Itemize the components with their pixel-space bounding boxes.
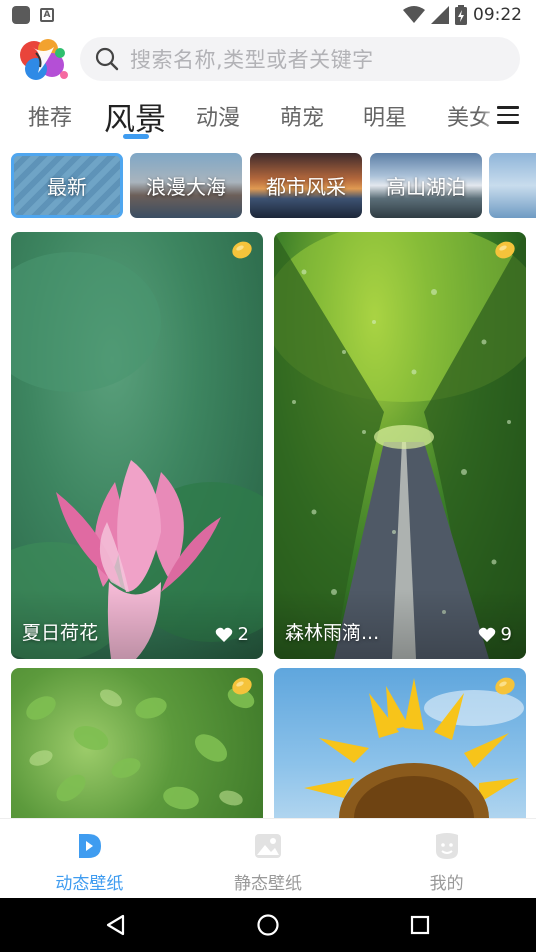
app-logo[interactable] bbox=[14, 33, 70, 85]
coin-badge-icon bbox=[232, 677, 252, 695]
profile-face-icon bbox=[435, 833, 458, 859]
notification-icon bbox=[12, 6, 30, 24]
coin-badge-icon bbox=[232, 241, 252, 259]
chip-label: 最新 bbox=[47, 175, 87, 199]
play-d-icon bbox=[79, 834, 102, 858]
wallpaper-grid: 夏日荷花 2 森林雨滴... 9 bbox=[0, 230, 536, 818]
subcategory-chips: 最新 浪漫大海 都市风采 高山湖泊 广 bbox=[0, 150, 536, 220]
nav-mine[interactable]: 我的 bbox=[357, 819, 536, 898]
menu-icon bbox=[497, 106, 519, 124]
tab-stars[interactable]: 明星 bbox=[363, 100, 407, 132]
wallpaper-card[interactable]: 夏日荷花 2 bbox=[11, 232, 263, 659]
wallpaper-title: 森林雨滴... bbox=[285, 622, 380, 644]
app-notification-icon: A bbox=[40, 8, 54, 22]
wallpaper-title: 夏日荷花 bbox=[22, 622, 99, 644]
heart-icon bbox=[215, 627, 232, 642]
status-bar-right: 09:22 bbox=[403, 5, 522, 25]
nav-label: 动态壁纸 bbox=[55, 874, 124, 894]
wallpaper-card[interactable] bbox=[274, 668, 526, 818]
nav-live-wallpaper[interactable]: 动态壁纸 bbox=[0, 819, 179, 898]
nav-label: 我的 bbox=[429, 874, 464, 894]
green-leaves-image bbox=[26, 687, 255, 810]
like-count-value: 2 bbox=[237, 624, 249, 645]
like-count[interactable]: 2 bbox=[215, 624, 249, 645]
search-placeholder: 搜索名称,类型或者关键字 bbox=[130, 48, 374, 72]
tab-recommend[interactable]: 推荐 bbox=[28, 100, 72, 132]
chip-label: 都市风采 bbox=[266, 175, 346, 199]
search-bar[interactable]: 搜索名称,类型或者关键字 bbox=[80, 37, 520, 81]
sunflower-image bbox=[304, 678, 524, 818]
chip-city[interactable]: 都市风采 bbox=[250, 153, 362, 218]
home-button[interactable] bbox=[248, 905, 288, 945]
status-time: 09:22 bbox=[473, 5, 522, 25]
home-circle-icon bbox=[257, 914, 279, 936]
bottom-navigation: 动态壁纸 静态壁纸 我的 bbox=[0, 818, 536, 898]
like-count[interactable]: 9 bbox=[478, 624, 512, 645]
recents-button[interactable] bbox=[400, 905, 440, 945]
chip-mountain-lake[interactable]: 高山湖泊 bbox=[370, 153, 482, 218]
chip-label: 高山湖泊 bbox=[386, 175, 466, 199]
app-screen: A 09:22 搜索名称,类型或者关键字 推荐 风景 动漫 萌宠 明星 美女 最… bbox=[0, 0, 536, 952]
status-bar: A 09:22 bbox=[0, 0, 536, 30]
back-triangle-icon bbox=[106, 914, 125, 936]
wifi-icon bbox=[403, 6, 425, 23]
wallpaper-card[interactable]: 森林雨滴... 9 bbox=[274, 232, 526, 659]
chip-latest[interactable]: 最新 bbox=[11, 153, 123, 218]
header: 搜索名称,类型或者关键字 bbox=[0, 30, 536, 88]
category-tabs: 推荐 风景 动漫 萌宠 明星 美女 bbox=[0, 90, 536, 146]
wallpaper-card[interactable] bbox=[11, 668, 263, 818]
tab-scenery[interactable]: 风景 bbox=[104, 94, 166, 139]
active-tab-indicator bbox=[123, 134, 149, 139]
tab-pets[interactable]: 萌宠 bbox=[280, 100, 324, 132]
back-button[interactable] bbox=[96, 905, 136, 945]
signal-icon bbox=[431, 6, 449, 24]
category-menu-button[interactable] bbox=[480, 90, 536, 140]
nav-static-wallpaper[interactable]: 静态壁纸 bbox=[179, 819, 358, 898]
battery-icon bbox=[455, 5, 467, 25]
heart-icon bbox=[478, 627, 495, 642]
tab-anime[interactable]: 动漫 bbox=[196, 100, 240, 132]
like-count-value: 9 bbox=[500, 624, 512, 645]
image-icon bbox=[255, 834, 281, 858]
search-icon bbox=[95, 47, 119, 71]
nav-label: 静态壁纸 bbox=[234, 874, 302, 894]
chip-label: 浪漫大海 bbox=[146, 175, 226, 199]
chip-romantic-sea[interactable]: 浪漫大海 bbox=[130, 153, 242, 218]
chip-partial[interactable]: 广 bbox=[489, 153, 536, 218]
coin-badge-icon bbox=[495, 241, 515, 259]
coin-badge-icon bbox=[495, 677, 515, 695]
status-bar-left: A bbox=[12, 6, 54, 24]
system-navigation-bar bbox=[0, 898, 536, 952]
recents-square-icon bbox=[410, 915, 430, 935]
